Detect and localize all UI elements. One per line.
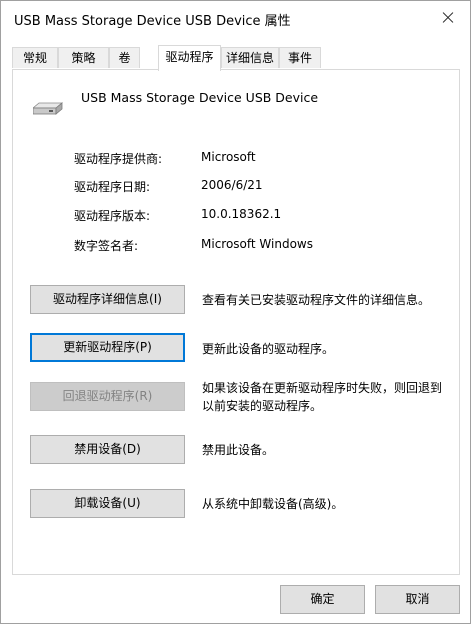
roll-back-desc-line1: 如果该设备在更新驱动程序时失败，则回退到 — [202, 381, 443, 395]
usb-drive-icon — [33, 102, 63, 115]
title-bar: USB Mass Storage Device USB Device 属性 — [1, 1, 470, 35]
disable-device-button[interactable]: 禁用设备(D) — [30, 435, 185, 464]
date-label: 驱动程序日期: — [74, 180, 151, 194]
device-name: USB Mass Storage Device USB Device — [81, 90, 319, 105]
uninstall-device-desc: 从系统中卸载设备(高级)。 — [202, 497, 344, 511]
signer-label: 数字签名者: — [74, 239, 139, 253]
date-value: 2006/6/21 — [201, 178, 263, 192]
uninstall-device-button[interactable]: 卸载设备(U) — [30, 489, 185, 518]
update-driver-button[interactable]: 更新驱动程序(P) — [30, 333, 185, 362]
tab-volumes[interactable]: 卷 — [109, 47, 140, 68]
tab-general[interactable]: 常规 — [12, 47, 58, 68]
disable-device-desc: 禁用此设备。 — [202, 443, 275, 457]
signer-value: Microsoft Windows — [201, 237, 313, 251]
window-title: USB Mass Storage Device USB Device 属性 — [14, 14, 291, 29]
version-value: 10.0.18362.1 — [201, 207, 282, 221]
driver-tab-panel: USB Mass Storage Device USB Device 驱动程序提… — [12, 69, 460, 575]
version-label: 驱动程序版本: — [74, 209, 151, 223]
driver-details-button[interactable]: 驱动程序详细信息(I) — [30, 285, 185, 314]
roll-back-driver-button[interactable]: 回退驱动程序(R) — [30, 382, 185, 411]
close-icon[interactable] — [434, 6, 460, 30]
driver-details-desc: 查看有关已安装驱动程序文件的详细信息。 — [202, 293, 431, 307]
ok-button[interactable]: 确定 — [280, 585, 365, 614]
tab-driver[interactable]: 驱动程序 — [158, 45, 221, 71]
tab-details[interactable]: 详细信息 — [221, 47, 279, 68]
tab-events[interactable]: 事件 — [279, 47, 321, 68]
update-driver-desc: 更新此设备的驱动程序。 — [202, 342, 335, 356]
properties-dialog: USB Mass Storage Device USB Device 属性 常规… — [0, 0, 471, 624]
roll-back-desc-line2: 以前安装的驱动程序。 — [202, 399, 323, 413]
provider-label: 驱动程序提供商: — [74, 152, 163, 166]
provider-value: Microsoft — [201, 150, 256, 164]
tab-policies[interactable]: 策略 — [58, 47, 109, 68]
cancel-button[interactable]: 取消 — [375, 585, 460, 614]
